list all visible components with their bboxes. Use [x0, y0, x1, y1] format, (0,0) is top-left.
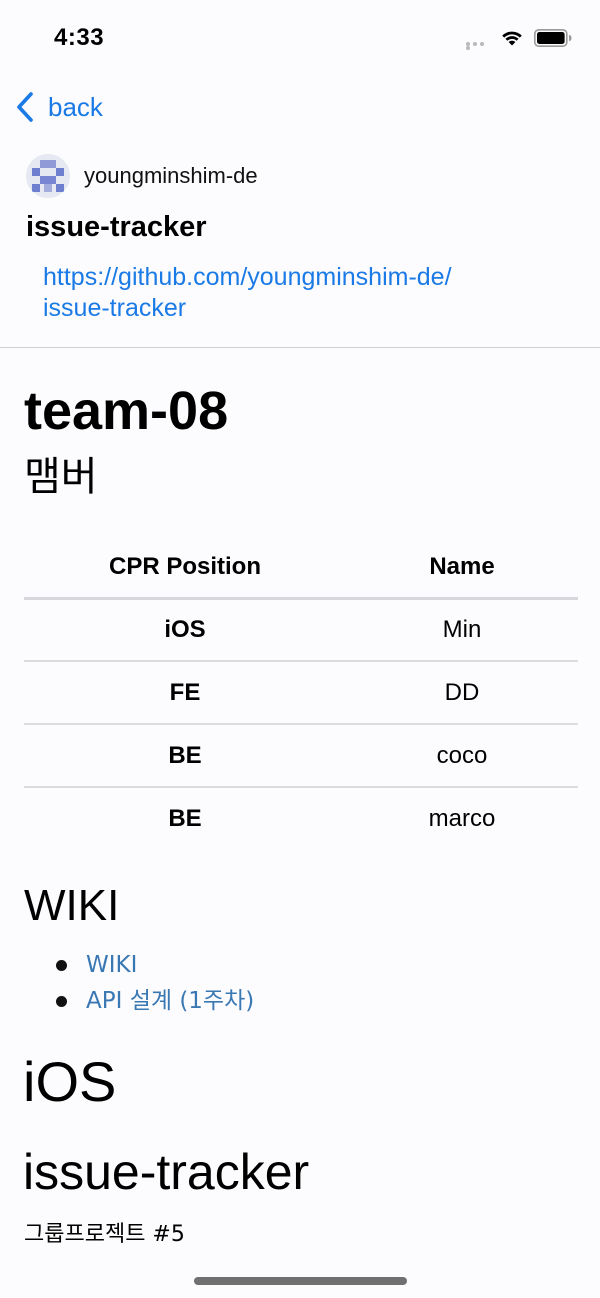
header-divider — [0, 347, 600, 348]
chevron-left-icon — [17, 92, 33, 122]
cell-position: FE — [24, 661, 346, 725]
cell-name: coco — [346, 724, 578, 788]
bullet-icon — [56, 960, 67, 971]
cell-position: BE — [168, 805, 202, 832]
repo-owner-row: youngminshim-de — [26, 154, 258, 198]
cell-name: DD — [346, 661, 578, 725]
readme-title: team-08 — [24, 381, 229, 441]
ios-heading: iOS — [23, 1050, 117, 1113]
status-time: 4:33 — [54, 24, 105, 51]
table-row: BE coco — [24, 724, 578, 788]
group-project-text: 그룹프로젝트 #5 — [24, 1222, 185, 1247]
readme-header: team-08 맴버 — [24, 380, 578, 502]
repo-url-line1: https://github.com/youngminshim-de/ — [43, 263, 452, 291]
cell-name: Min — [346, 598, 578, 662]
cell-name: marco — [428, 805, 496, 832]
avatar — [26, 154, 70, 198]
column-header-position: CPR Position — [24, 538, 346, 600]
status-bar: 4:33 — [0, 0, 600, 76]
back-button[interactable]: back — [14, 88, 103, 126]
wiki-heading: WIKI — [24, 881, 120, 930]
table-header-row: CPR Position Name — [24, 538, 578, 600]
cellular-signal-icon — [466, 42, 492, 50]
table-row: iOS Min — [24, 598, 578, 662]
home-indicator[interactable] — [194, 1277, 407, 1285]
back-label: back — [48, 91, 103, 122]
repo-url-link[interactable]: https://github.com/youngminshim-de/ issu… — [43, 262, 543, 324]
identicon-icon — [26, 154, 70, 198]
table-row: FE DD — [24, 661, 578, 725]
repo-url-line2: issue-tracker — [43, 294, 187, 322]
battery-icon — [534, 29, 572, 47]
wiki-link[interactable]: WIKI — [86, 948, 137, 982]
repo-title: issue-tracker — [26, 211, 207, 243]
members-table: CPR Position Name iOS Min FE DD BE coco … — [24, 538, 578, 850]
table-row: BE marco — [24, 787, 578, 850]
api-design-link[interactable]: API 설계 (1주차) — [86, 984, 254, 1018]
repo-owner-name[interactable]: youngminshim-de — [84, 163, 258, 189]
cell-position: iOS — [24, 598, 346, 662]
bullet-icon — [56, 996, 67, 1007]
repository-detail-screen: 4:33 back youngminshim-de issue-tracker … — [0, 0, 600, 1298]
wifi-icon — [502, 31, 522, 46]
column-header-name: Name — [346, 538, 578, 600]
cell-position: BE — [24, 724, 346, 788]
project-heading: issue-tracker — [23, 1144, 310, 1200]
members-heading: 맴버 — [24, 454, 98, 500]
